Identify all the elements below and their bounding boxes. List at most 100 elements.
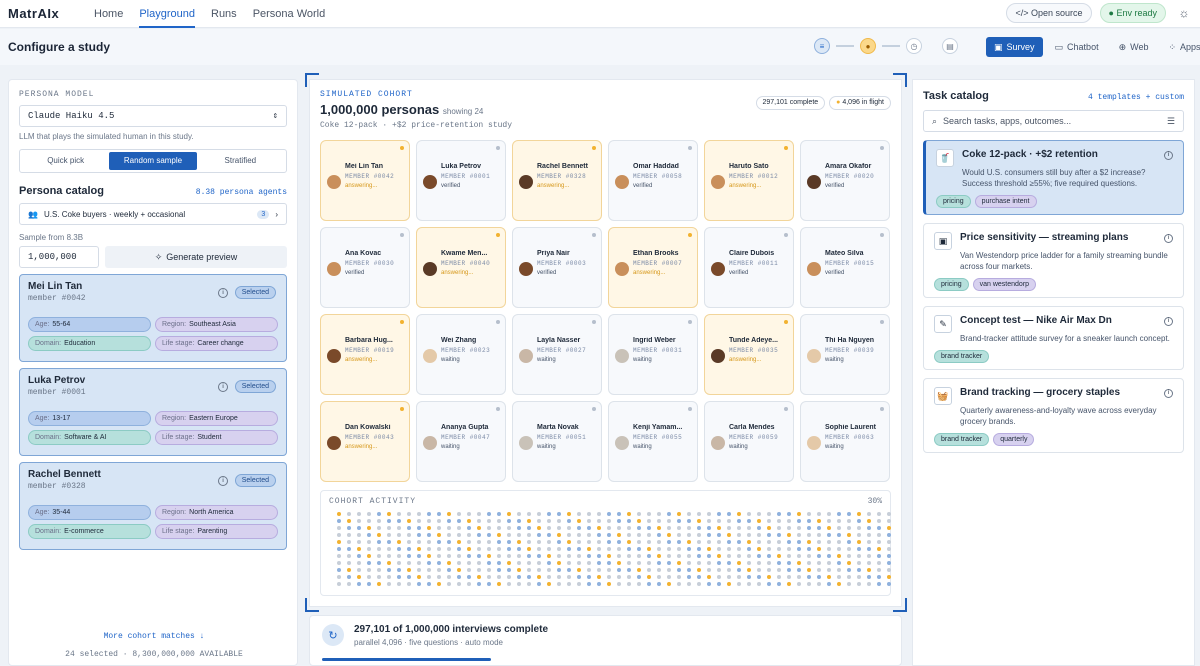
- activity-dot: [707, 568, 711, 572]
- member-card[interactable]: Kenji Yamam... MEMBER #0055 waiting: [608, 401, 698, 482]
- step-config-icon[interactable]: ≡: [814, 38, 830, 54]
- member-card[interactable]: Omar Haddad MEMBER #0058 verified: [608, 140, 698, 221]
- task-card[interactable]: 🧺 i Brand tracking — grocery staples Qua…: [923, 378, 1184, 453]
- info-icon[interactable]: i: [218, 476, 228, 486]
- task-card[interactable]: ▣ i Price sensitivity — streaming plans …: [923, 223, 1184, 298]
- member-card[interactable]: Ingrid Weber MEMBER #0031 waiting: [608, 314, 698, 395]
- activity-dot: [817, 568, 821, 572]
- sample-size-input[interactable]: 1,000,000: [19, 246, 99, 268]
- activity-dot: [807, 547, 811, 551]
- member-card[interactable]: Priya Nair MEMBER #0003 verified: [512, 227, 602, 308]
- app-logo[interactable]: MatrAIx: [8, 6, 78, 21]
- member-card[interactable]: Tunde Adeye... MEMBER #0035 answering...: [704, 314, 794, 395]
- tab-survey[interactable]: ▣ Survey: [986, 37, 1043, 57]
- nav-runs[interactable]: Runs: [211, 0, 237, 28]
- member-card[interactable]: Ana Kovac MEMBER #0030 verified: [320, 227, 410, 308]
- seg-random-sample[interactable]: Random sample: [109, 152, 197, 170]
- task-search[interactable]: ⌕ Search tasks, apps, outcomes... ☰: [923, 110, 1184, 132]
- member-card[interactable]: Mei Lin Tan MEMBER #0042 answering...: [320, 140, 410, 221]
- activity-dot: [577, 547, 581, 551]
- avatar: [807, 262, 821, 276]
- status-dot-icon: [688, 320, 692, 324]
- activity-dot: [847, 547, 851, 551]
- activity-dot: [847, 554, 851, 558]
- member-card[interactable]: Mateo Silva MEMBER #0015 verified: [800, 227, 890, 308]
- member-card[interactable]: Marta Novak MEMBER #0051 waiting: [512, 401, 602, 482]
- activity-dot: [697, 547, 701, 551]
- tab-apps[interactable]: ⁘ Apps: [1160, 37, 1200, 57]
- filter-icon[interactable]: ☰: [1167, 116, 1175, 127]
- activity-dot: [437, 561, 441, 565]
- selected-badge[interactable]: Selected: [234, 286, 276, 299]
- task-card[interactable]: ✎ i Concept test — Nike Air Max Dn Brand…: [923, 306, 1184, 370]
- member-card[interactable]: Barbara Hug... MEMBER #0019 answering...: [320, 314, 410, 395]
- activity-dot: [547, 512, 551, 516]
- task-card[interactable]: 🥤 i Coke 12-pack · +$2 retention Would U…: [923, 140, 1184, 215]
- member-card[interactable]: Rachel Bennett MEMBER #0328 answering...: [512, 140, 602, 221]
- search-icon: ⌕: [932, 115, 938, 126]
- task-tag: brand tracker: [934, 350, 990, 363]
- nav-playground[interactable]: Playground: [139, 0, 195, 28]
- segment-filter[interactable]: 👥 U.S. Coke buyers · weekly + occasional…: [19, 203, 287, 225]
- seg-stratified[interactable]: Stratified: [197, 152, 284, 170]
- selected-badge[interactable]: Selected: [234, 380, 276, 393]
- step-document-icon[interactable]: ▤: [942, 38, 958, 54]
- tab-web[interactable]: ⊕ Web: [1111, 37, 1157, 57]
- more-matches-link[interactable]: More cohort matches ↓: [9, 632, 299, 641]
- activity-dot: [667, 575, 671, 579]
- member-card[interactable]: Carla Mendes MEMBER #0059 waiting: [704, 401, 794, 482]
- theme-toggle-icon[interactable]: ☼: [1174, 3, 1194, 23]
- persona-card[interactable]: Mei Lin Tan member #0042 i Selected Age:…: [19, 274, 287, 362]
- activity-dot: [857, 547, 861, 551]
- activity-dot: [737, 582, 741, 586]
- member-card[interactable]: Layla Nasser MEMBER #0027 waiting: [512, 314, 602, 395]
- info-icon[interactable]: i: [1164, 389, 1173, 398]
- tag-life-stage: Life stage: Student: [155, 430, 278, 445]
- info-icon[interactable]: i: [218, 382, 228, 392]
- info-icon[interactable]: i: [1164, 234, 1173, 243]
- persona-card[interactable]: Rachel Bennett member #0328 i Selected A…: [19, 462, 287, 550]
- info-icon[interactable]: i: [218, 288, 228, 298]
- info-icon[interactable]: i: [1164, 317, 1173, 326]
- activity-dot: [347, 512, 351, 516]
- nav-persona-world[interactable]: Persona World: [253, 0, 326, 28]
- member-card[interactable]: Ananya Gupta MEMBER #0047 waiting: [416, 401, 506, 482]
- activity-dot: [387, 540, 391, 544]
- generate-preview-button[interactable]: ✧ Generate preview: [105, 246, 287, 268]
- activity-dot: [667, 554, 671, 558]
- member-card[interactable]: Claire Dubois MEMBER #0011 verified: [704, 227, 794, 308]
- persona-panel: PERSONA MODEL Claude Haiku 4.5 ⇕ LLM that…: [8, 79, 298, 666]
- status-dot-icon: [400, 320, 404, 324]
- member-card[interactable]: Luka Petrov MEMBER #0001 verified: [416, 140, 506, 221]
- env-ready-badge[interactable]: ● Env ready: [1099, 3, 1166, 23]
- member-card[interactable]: Wei Zhang MEMBER #0023 waiting: [416, 314, 506, 395]
- open-source-button[interactable]: </> Open source: [1006, 3, 1092, 23]
- member-name: Omar Haddad: [633, 163, 679, 170]
- nav-home[interactable]: Home: [94, 0, 123, 28]
- model-select[interactable]: Claude Haiku 4.5 ⇕: [19, 105, 287, 127]
- member-card[interactable]: Kwame Men... MEMBER #0040 answering...: [416, 227, 506, 308]
- member-card[interactable]: Ethan Brooks MEMBER #0007 answering...: [608, 227, 698, 308]
- activity-dot: [657, 526, 661, 530]
- info-icon[interactable]: i: [1164, 151, 1173, 160]
- member-card[interactable]: Thi Ha Nguyen MEMBER #0039 waiting: [800, 314, 890, 395]
- seg-quick-pick[interactable]: Quick pick: [22, 152, 109, 170]
- persona-card[interactable]: Luka Petrov member #0001 i Selected Age:…: [19, 368, 287, 456]
- tab-chatbot[interactable]: ▭ Chatbot: [1047, 37, 1107, 57]
- search-input[interactable]: Search tasks, apps, outcomes...: [943, 116, 1161, 126]
- step-run-icon[interactable]: ●: [860, 38, 876, 54]
- cohort-label: SIMULATED COHORT: [320, 90, 413, 99]
- activity-dot: [467, 526, 471, 530]
- activity-dot: [767, 582, 771, 586]
- activity-dot: [887, 554, 891, 558]
- sparkle-icon: ✧: [154, 251, 163, 262]
- member-card[interactable]: Haruto Sato MEMBER #0012 answering...: [704, 140, 794, 221]
- activity-dot: [767, 547, 771, 551]
- member-card[interactable]: Sophie Laurent MEMBER #0063 waiting: [800, 401, 890, 482]
- member-card[interactable]: Amara Okafor MEMBER #0020 verified: [800, 140, 890, 221]
- member-card[interactable]: Dan Kowalski MEMBER #0043 answering...: [320, 401, 410, 482]
- step-clock-icon[interactable]: ◷: [906, 38, 922, 54]
- tag-domain-label: Domain:: [35, 434, 62, 441]
- selected-badge[interactable]: Selected: [234, 474, 276, 487]
- activity-dot: [617, 519, 621, 523]
